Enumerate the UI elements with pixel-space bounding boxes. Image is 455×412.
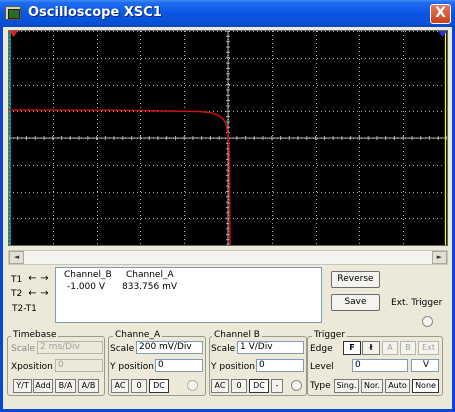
channel-b-ypos-field[interactable]: 0: [256, 359, 304, 372]
t2-left-arrow-icon[interactable]: ←: [27, 289, 38, 300]
xposition-label: Xposition: [11, 362, 53, 372]
type-auto-button[interactable]: Auto: [385, 379, 410, 393]
close-button[interactable]: X: [430, 4, 451, 24]
channel-b-zero-button[interactable]: 0: [231, 379, 247, 393]
channel-b-scale-label: Scale: [211, 344, 236, 354]
timebase-scale-label: Scale: [11, 344, 36, 354]
channel-b-ac-button[interactable]: AC: [211, 379, 229, 393]
channel-b-ypos-label: Y position: [211, 362, 256, 372]
type-label: Type: [310, 381, 331, 391]
timebase-scale-field[interactable]: 2 ms/Div: [37, 341, 103, 354]
channel-b-reading: -1.000 V: [67, 282, 106, 292]
trigger-level-unit[interactable]: V: [411, 359, 439, 372]
channel-a-title: Channe_A: [113, 330, 163, 340]
t2-t1-label: T2-T1: [12, 304, 37, 314]
channel-a-ypos-field[interactable]: 0: [155, 359, 203, 372]
mode-add-button[interactable]: Add: [33, 379, 53, 393]
trigger-source-b-button[interactable]: B: [400, 341, 416, 355]
edge-falling-button[interactable]: ł: [362, 341, 380, 355]
channel-b-minus-button[interactable]: -: [271, 379, 283, 393]
ext-trigger-label: Ext. Trigger: [391, 298, 443, 308]
t2-right-arrow-icon[interactable]: →: [39, 289, 50, 300]
edge-label: Edge: [310, 344, 333, 354]
scope-display: [8, 30, 448, 246]
trigger-title: Trigger: [312, 330, 348, 340]
trigger-source-ext-button[interactable]: Ext: [418, 341, 439, 355]
channel-a-reading: 833.756 mV: [122, 282, 178, 292]
window-title: Oscilloscope XSC1: [28, 5, 162, 20]
channel-a-scale-field[interactable]: 200 mV/Div: [136, 341, 203, 354]
mode-ab-button[interactable]: A/B: [78, 379, 99, 393]
type-normal-button[interactable]: Nor.: [361, 379, 383, 393]
cursor-readout-panel: Channel_B Channel_A -1.000 V 833.756 mV: [55, 267, 322, 323]
channel-a-scale-label: Scale: [110, 344, 135, 354]
oscilloscope-app-icon: [5, 6, 21, 20]
type-single-button[interactable]: Sing.: [334, 379, 359, 393]
t1-left-arrow-icon[interactable]: ←: [27, 274, 38, 285]
trigger-level-field[interactable]: 0: [352, 359, 408, 372]
channel-b-title: Channel B: [212, 330, 262, 340]
channel-b-scale-field[interactable]: 1 V/Div: [237, 341, 304, 354]
channel-a-ac-button[interactable]: AC: [111, 379, 129, 393]
scroll-right-icon[interactable]: ►: [432, 251, 447, 264]
level-label: Level: [310, 362, 334, 372]
reverse-button[interactable]: Reverse: [331, 271, 380, 288]
channel-b-radio[interactable]: [291, 380, 302, 391]
channel-b-header: Channel_B: [64, 270, 112, 280]
xposition-field[interactable]: 0: [55, 359, 103, 372]
mode-ba-button[interactable]: B/A: [55, 379, 76, 393]
type-none-button[interactable]: None: [412, 379, 439, 393]
trigger-source-a-button[interactable]: A: [382, 341, 398, 355]
edge-rising-button[interactable]: F: [343, 341, 361, 355]
channel-a-header: Channel_A: [126, 270, 174, 280]
horizontal-scrollbar[interactable]: ◄ ►: [8, 250, 448, 265]
timebase-title: Timebase: [11, 330, 59, 340]
channel-a-dc-button[interactable]: DC: [149, 379, 169, 393]
channel-a-radio[interactable]: [187, 380, 198, 391]
t2-label: T2: [11, 289, 23, 299]
scope-plot: [9, 31, 447, 245]
channel-b-dc-button[interactable]: DC: [249, 379, 269, 393]
t1-label: T1: [11, 275, 23, 285]
ext-trigger-radio[interactable]: [422, 316, 433, 327]
save-button[interactable]: Save: [331, 294, 380, 311]
channel-a-ypos-label: Y position: [110, 362, 155, 372]
t1-right-arrow-icon[interactable]: →: [39, 274, 50, 285]
title-bar[interactable]: Oscilloscope XSC1 X: [0, 0, 455, 27]
mode-yt-button[interactable]: Y/T: [13, 379, 32, 393]
scroll-left-icon[interactable]: ◄: [9, 251, 24, 264]
channel-a-zero-button[interactable]: 0: [131, 379, 147, 393]
